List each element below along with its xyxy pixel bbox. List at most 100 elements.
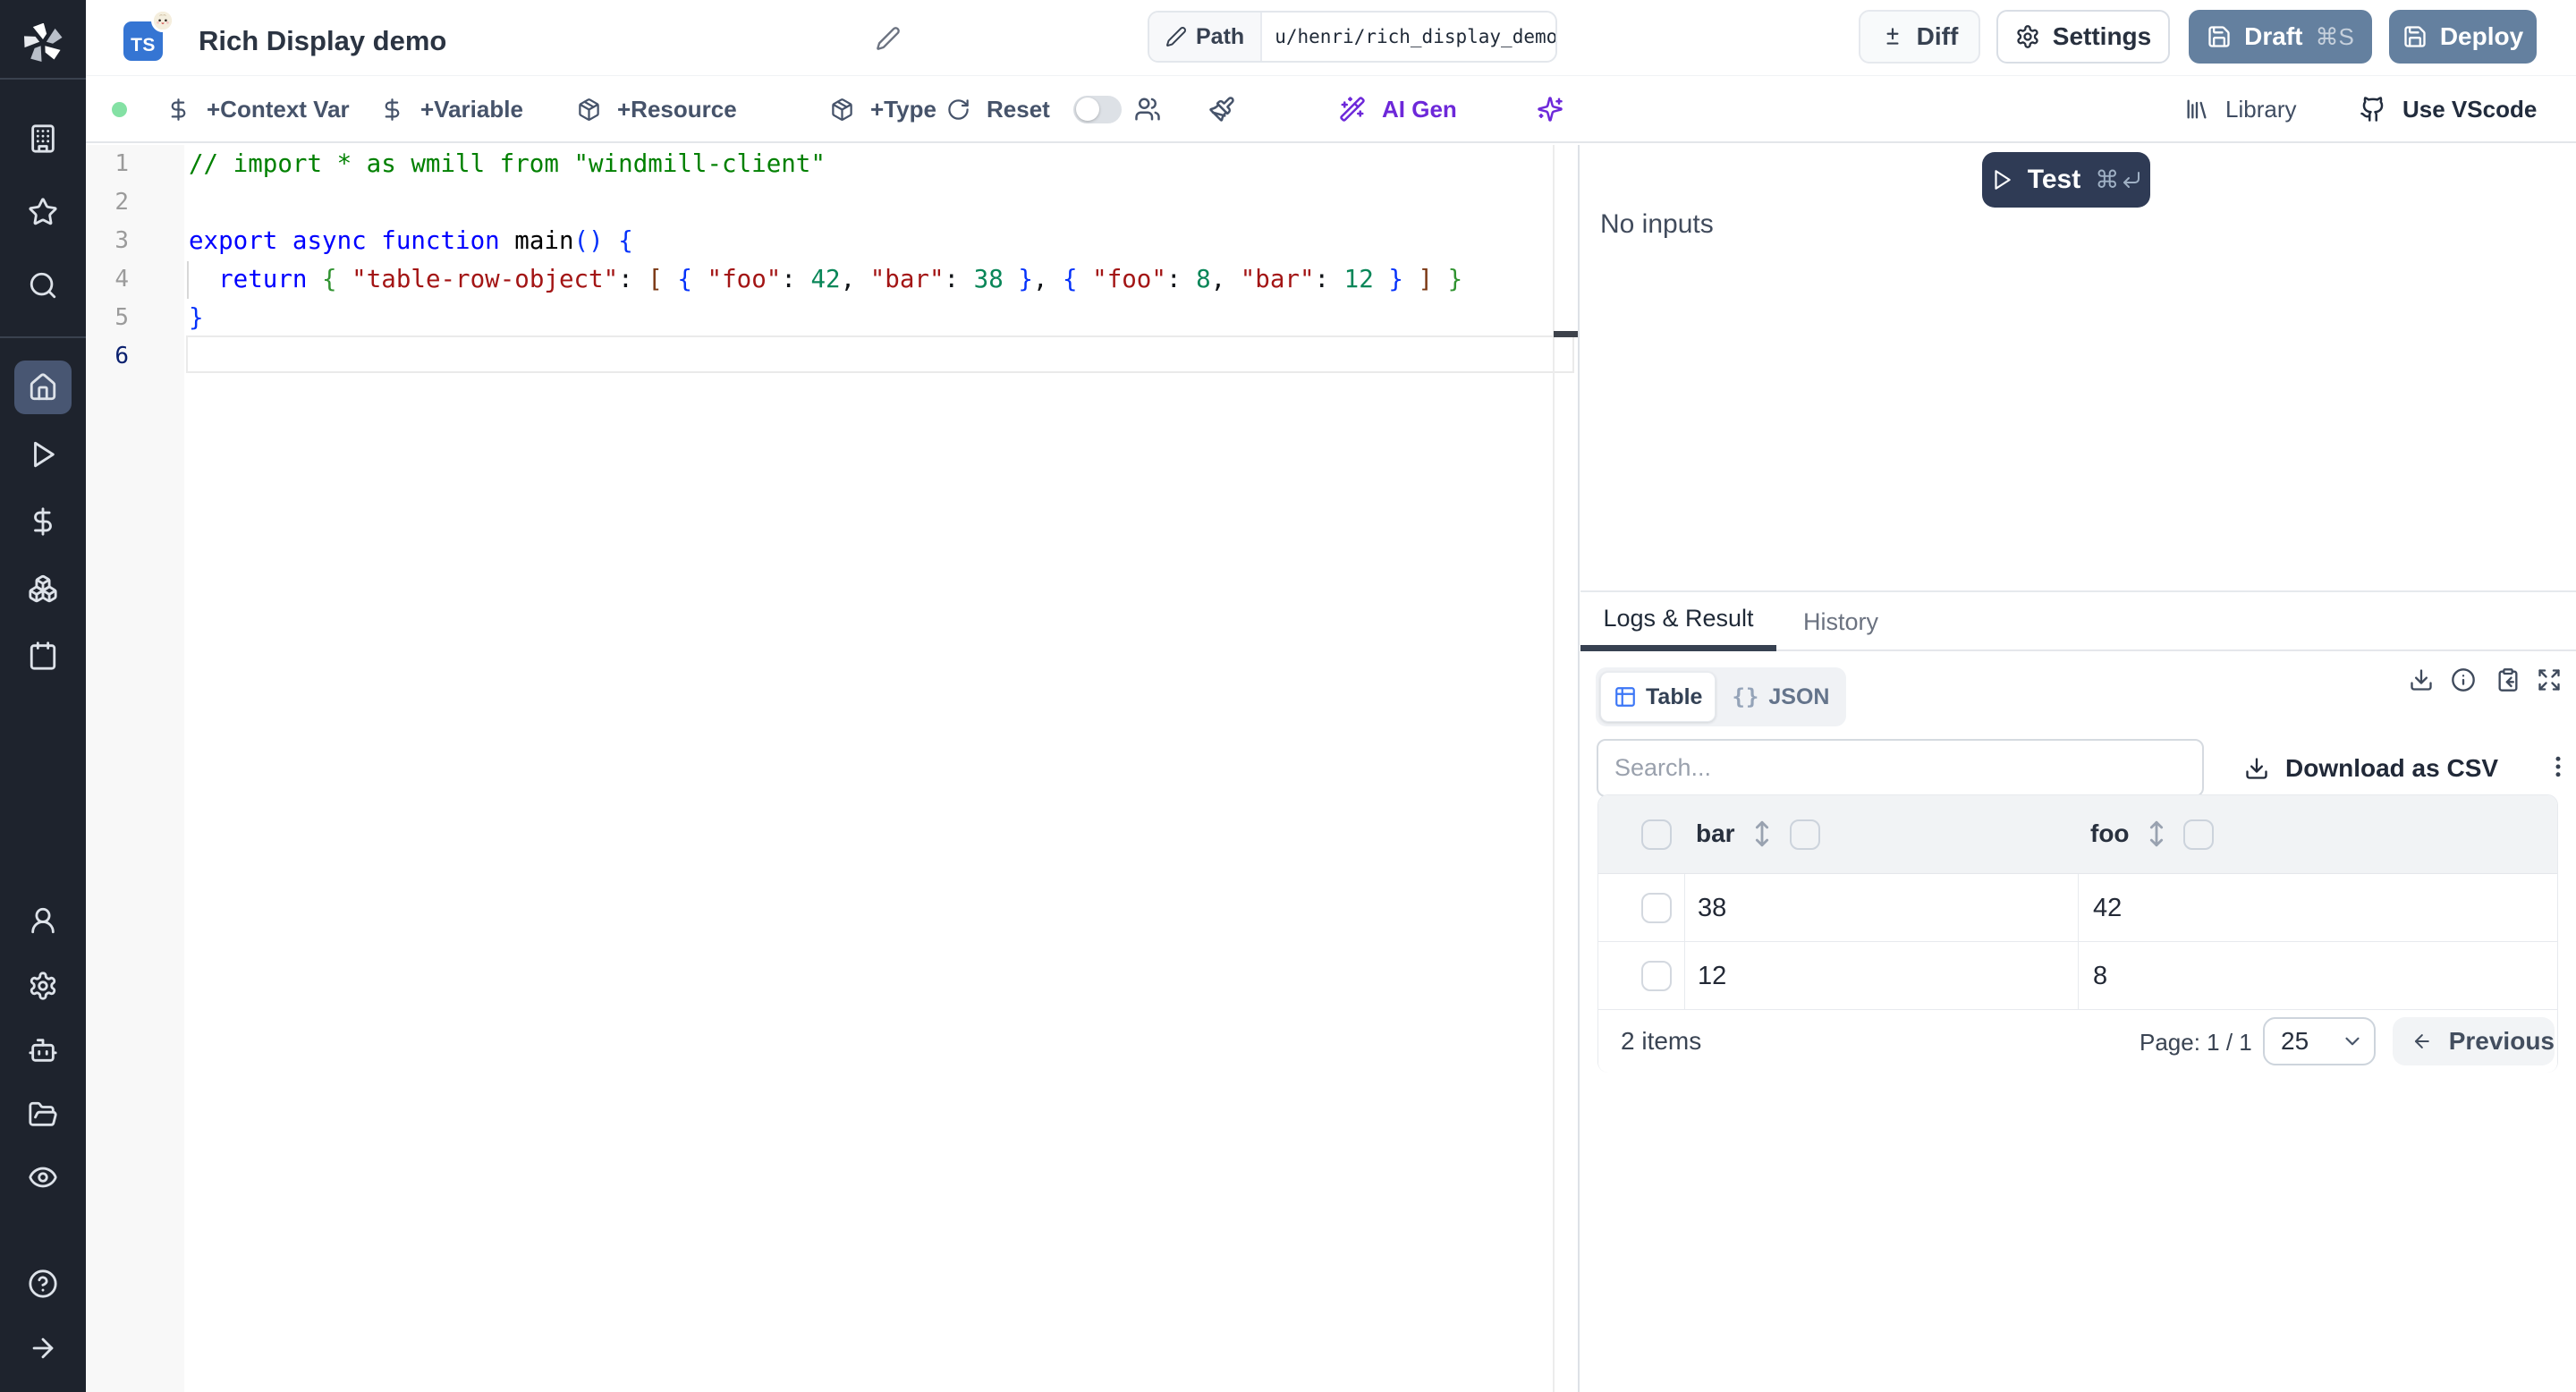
table-row[interactable]: 38 42 (1598, 874, 2557, 942)
diff-mode-toggle[interactable] (1073, 77, 1122, 141)
save-icon (2402, 24, 2428, 49)
table-menu-button[interactable] (2545, 753, 2572, 780)
copy-result-button[interactable] (2496, 667, 2521, 692)
ai-gen-button[interactable]: AI Gen (1339, 77, 1457, 141)
cell-bar-1: 12 (1698, 962, 1727, 990)
use-vscode-button[interactable]: Use VScode (2360, 77, 2537, 141)
gear-icon (28, 971, 58, 1001)
page-size-select[interactable]: 25 (2263, 1017, 2376, 1065)
search-input[interactable]: Search... (1597, 739, 2204, 797)
download-result-button[interactable] (2409, 667, 2434, 692)
column-header-bar[interactable]: bar (1696, 819, 1735, 848)
ai-sparkles-button[interactable] (1537, 77, 1563, 141)
code-line[interactable]: // import * as wmill from "windmill-clie… (189, 145, 826, 183)
sort-foo-icon[interactable] (2141, 819, 2172, 849)
sidebar-item-settings[interactable] (14, 959, 72, 1013)
view-json-button[interactable]: {} JSON (1719, 672, 1842, 722)
building-icon (28, 123, 58, 154)
windmill-logo[interactable] (14, 16, 72, 70)
reset-button[interactable]: Reset (946, 77, 1050, 141)
active-line-highlight (186, 335, 1574, 373)
line-number: 4 (114, 266, 129, 293)
sidebar-item-folders[interactable] (14, 1088, 72, 1142)
add-context-var-button[interactable]: +Context Var (166, 77, 350, 141)
view-json-label: JSON (1768, 683, 1830, 709)
code-line[interactable]: } (189, 299, 204, 337)
dollar-icon (166, 98, 191, 122)
table-footer: 2 items Page: 1 / 1 25 Previous (1598, 1010, 2557, 1073)
draft-button[interactable]: Draft ⌘S (2189, 10, 2372, 64)
code-line[interactable]: export async function main() { (189, 222, 633, 260)
sidebar-item-collapse[interactable] (14, 1321, 72, 1375)
sidebar-item-workers[interactable] (14, 894, 72, 947)
column-foo-checkbox[interactable] (2183, 819, 2214, 850)
view-table-button[interactable]: Table (1600, 672, 1716, 722)
path-label-segment[interactable]: Path (1149, 13, 1263, 61)
settings-label: Settings (2052, 22, 2152, 50)
page-title[interactable]: Rich Display demo (199, 25, 446, 57)
toggle-switch[interactable] (1073, 95, 1122, 123)
sidebar-item-home[interactable] (14, 361, 72, 414)
column-header-foo[interactable]: foo (2090, 819, 2130, 848)
select-all-checkbox[interactable] (1641, 819, 1672, 850)
deploy-button[interactable]: Deploy (2389, 10, 2537, 64)
title-edit-pencil-icon[interactable] (876, 26, 901, 51)
tab-history[interactable]: History (1776, 592, 1905, 651)
return-key-icon (2121, 169, 2142, 191)
result-toolbar: Table {} JSON (1595, 667, 2562, 726)
previous-page-button[interactable]: Previous (2393, 1017, 2555, 1065)
path-label: Path (1196, 23, 1245, 49)
status-dot (112, 77, 127, 141)
multiplayer-button[interactable] (1134, 77, 1161, 141)
previous-label: Previous (2448, 1027, 2555, 1055)
sidebar-item-favorites[interactable] (14, 185, 72, 239)
settings-button[interactable]: Settings (1996, 10, 2170, 64)
search-placeholder: Search... (1614, 754, 1712, 781)
sidebar-item-runs[interactable] (14, 428, 72, 481)
code-line[interactable]: return { "table-row-object": [ { "foo": … (189, 260, 1462, 299)
result-view-segmented: Table {} JSON (1596, 667, 1847, 726)
sort-bar-icon[interactable] (1747, 819, 1777, 849)
star-icon (28, 197, 58, 227)
expand-result-button[interactable] (2537, 667, 2562, 692)
sidebar-item-audit-logs[interactable] (14, 1150, 72, 1204)
search-icon (28, 270, 58, 301)
row-checkbox[interactable] (1641, 893, 1672, 923)
cell-foo-1: 8 (2093, 962, 2108, 990)
path-value-input[interactable]: u/henri/rich_display_demo (1262, 13, 1555, 61)
sidebar-item-schedules[interactable] (14, 629, 72, 683)
sidebar-item-search[interactable] (14, 259, 72, 312)
draft-label: Draft (2244, 22, 2303, 50)
sidebar-item-resources[interactable] (14, 562, 72, 615)
format-button[interactable] (1208, 77, 1235, 141)
sidebar-item-workspace[interactable] (14, 112, 72, 166)
download-icon (2409, 667, 2434, 692)
code-editor[interactable]: 1 2 3 4 5 6 // import * as wmill from "windmi… (86, 145, 1580, 1392)
add-type-button[interactable]: +Type (830, 77, 936, 141)
result-info-button[interactable] (2451, 667, 2476, 692)
diff-button[interactable]: Diff (1859, 10, 1980, 64)
add-context-var-label: +Context Var (207, 95, 350, 123)
add-resource-label: +Resource (617, 95, 737, 123)
row-checkbox[interactable] (1641, 961, 1672, 991)
add-resource-button[interactable]: +Resource (577, 77, 737, 141)
sidebar-item-help[interactable] (14, 1257, 72, 1311)
page-size-value: 25 (2281, 1027, 2309, 1055)
result-table: bar foo 38 42 12 8 2 items Page: 1 / 1 2… (1597, 794, 2558, 1073)
library-button[interactable]: Library (2184, 77, 2296, 141)
sidebar-item-ai[interactable] (14, 1023, 72, 1077)
test-button[interactable]: Test ⌘ (1982, 152, 2150, 208)
panel-splitter[interactable] (1578, 145, 1580, 1392)
column-separator (1684, 874, 1685, 942)
deploy-label: Deploy (2439, 22, 2524, 50)
column-bar-checkbox[interactable] (1790, 819, 1820, 850)
status-dot-circle (112, 101, 127, 117)
sidebar-item-variables[interactable] (14, 495, 72, 548)
table-row[interactable]: 12 8 (1598, 942, 2557, 1010)
windmill-logo-icon (23, 23, 63, 63)
tab-logs-result[interactable]: Logs & Result (1580, 592, 1776, 651)
download-csv-button[interactable]: Download as CSV (2244, 739, 2498, 797)
arrow-right-icon (28, 1333, 58, 1363)
diff-icon (1881, 25, 1904, 48)
add-variable-button[interactable]: +Variable (380, 77, 523, 141)
